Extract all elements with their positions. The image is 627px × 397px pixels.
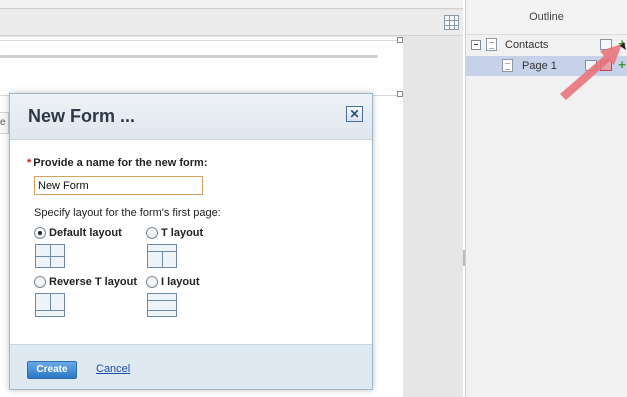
reverse-t-layout-thumbnail[interactable] xyxy=(35,293,65,317)
canvas-slider[interactable] xyxy=(0,55,378,58)
dialog-body: *Provide a name for the new form: Specif… xyxy=(10,140,372,345)
dialog-header: New Form ... ✕ xyxy=(10,94,372,140)
t-layout-radio[interactable] xyxy=(146,227,158,239)
dialog-title: New Form ... xyxy=(28,106,136,126)
layout-caption: Specify layout for the form's first page… xyxy=(34,207,221,219)
annotation-arrow-icon xyxy=(560,42,626,100)
editor-top-strip xyxy=(0,0,463,9)
create-button[interactable]: Create xyxy=(27,361,77,379)
form-name-label: * Provide a name for the new form: xyxy=(27,157,207,169)
i-layout-thumbnail[interactable] xyxy=(147,293,177,317)
i-layout-label[interactable]: I layout xyxy=(161,276,200,288)
t-layout-label[interactable]: T layout xyxy=(161,227,203,239)
default-layout-label[interactable]: Default layout xyxy=(49,227,122,239)
dialog-footer: Create Cancel xyxy=(10,344,372,389)
page-icon xyxy=(502,59,513,72)
canvas-guide-line xyxy=(0,40,400,41)
required-marker: * xyxy=(27,157,32,169)
default-layout-radio[interactable] xyxy=(34,227,46,239)
collapse-icon[interactable] xyxy=(471,40,481,50)
t-layout-thumbnail[interactable] xyxy=(147,244,177,268)
editor-toolbar xyxy=(0,10,463,36)
resize-handle[interactable] xyxy=(397,91,403,97)
form-icon xyxy=(486,38,497,51)
form-name-label-text: Provide a name for the new form: xyxy=(33,157,208,169)
form-name-input[interactable] xyxy=(34,176,203,195)
reverse-t-layout-radio[interactable] xyxy=(34,276,46,288)
grid-toggle-icon[interactable] xyxy=(444,15,459,30)
close-icon[interactable]: ✕ xyxy=(346,106,363,122)
reverse-t-layout-label[interactable]: Reverse T layout xyxy=(49,276,137,288)
outline-title: Outline xyxy=(466,0,627,35)
resize-handle[interactable] xyxy=(397,37,403,43)
new-form-dialog: New Form ... ✕ * Provide a name for the n… xyxy=(9,93,373,390)
i-layout-radio[interactable] xyxy=(146,276,158,288)
cancel-link[interactable]: Cancel xyxy=(96,363,130,375)
partial-tab: e xyxy=(0,112,9,134)
outline-item-label: Contacts xyxy=(505,39,549,51)
default-layout-thumbnail[interactable] xyxy=(35,244,65,268)
